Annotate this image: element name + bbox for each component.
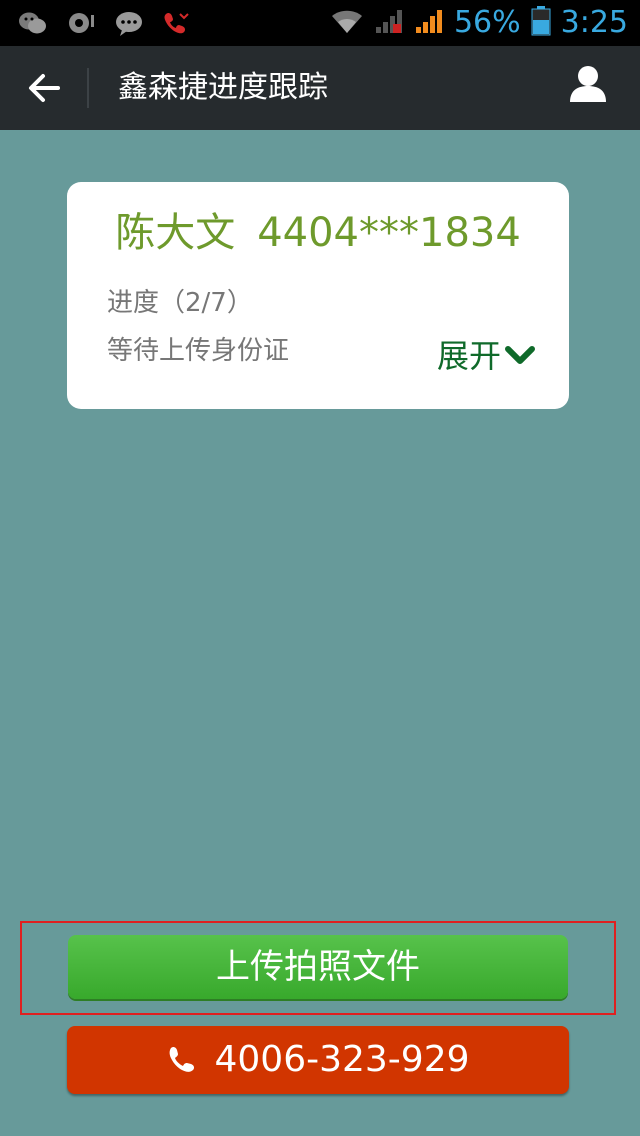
user-icon (570, 66, 606, 102)
profile-button[interactable] (568, 64, 614, 110)
status-bar: 56% 3:25 (0, 0, 640, 46)
battery-icon (531, 6, 551, 40)
call-button[interactable]: 4006-323-929 (67, 1026, 569, 1094)
chevron-down-icon (505, 346, 535, 364)
expand-button[interactable]: 展开 (437, 336, 535, 376)
clock: 3:25 (560, 5, 628, 40)
title-divider (87, 68, 89, 108)
upload-photo-button[interactable]: 上传拍照文件 (68, 935, 568, 999)
back-arrow-icon (29, 74, 60, 102)
phone-number: 4006-323-929 (214, 1039, 470, 1080)
missed-call-icon (162, 8, 192, 38)
chat-bubble-icon (66, 8, 96, 38)
notification-icons (18, 8, 192, 38)
signal-icon (374, 7, 404, 39)
applicant-name: 陈大文 (115, 210, 236, 256)
applicant-id: 4404***1834 (257, 210, 521, 256)
message-icon (114, 8, 144, 38)
progress-card: 陈大文 4404***1834 进度（2/7） 等待上传身份证 展开 (67, 182, 569, 409)
system-status: 56% 3:25 (330, 6, 628, 40)
back-button[interactable] (18, 66, 70, 110)
wechat-icon (18, 8, 48, 38)
applicant-header: 陈大文 4404***1834 (67, 208, 569, 258)
wifi-icon (330, 7, 364, 39)
progress-text: 进度（2/7） (107, 288, 253, 318)
title-bar: 鑫森捷进度跟踪 (0, 46, 640, 130)
phone-icon (170, 1046, 195, 1072)
page-title: 鑫森捷进度跟踪 (118, 70, 328, 105)
battery-percent: 56% (453, 5, 521, 40)
current-step: 等待上传身份证 (107, 336, 290, 366)
signal-strong-icon (414, 7, 444, 39)
expand-label: 展开 (436, 337, 501, 375)
